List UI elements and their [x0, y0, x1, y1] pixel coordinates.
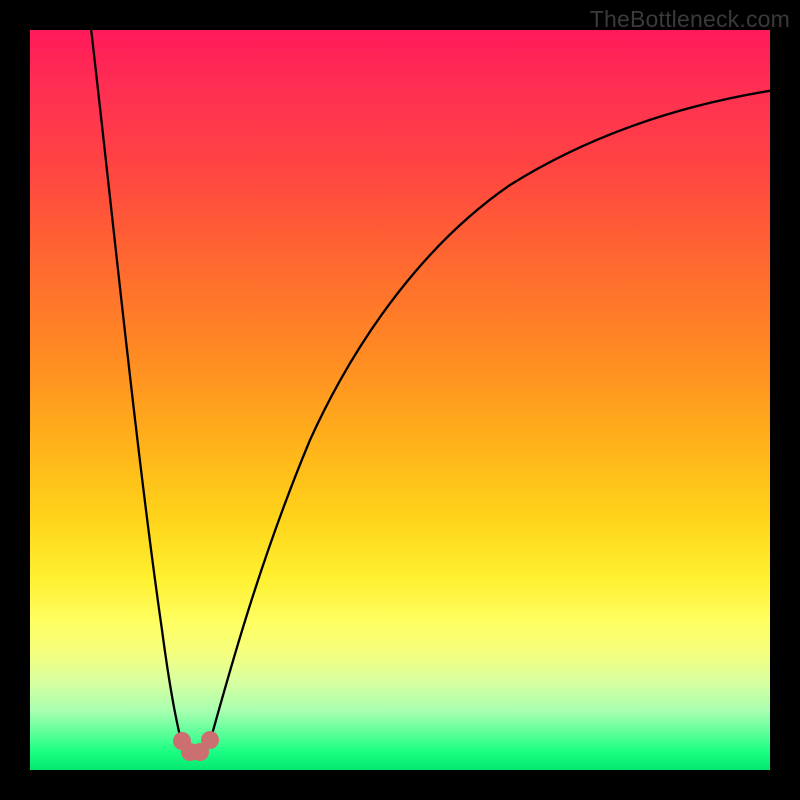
watermark-text: TheBottleneck.com	[590, 6, 790, 33]
curve-left-branch	[90, 30, 181, 740]
curve-right-branch	[211, 90, 770, 738]
chart-svg	[30, 30, 770, 770]
trough-marker-right	[201, 731, 219, 749]
chart-plot-area	[30, 30, 770, 770]
chart-frame: TheBottleneck.com	[0, 0, 800, 800]
